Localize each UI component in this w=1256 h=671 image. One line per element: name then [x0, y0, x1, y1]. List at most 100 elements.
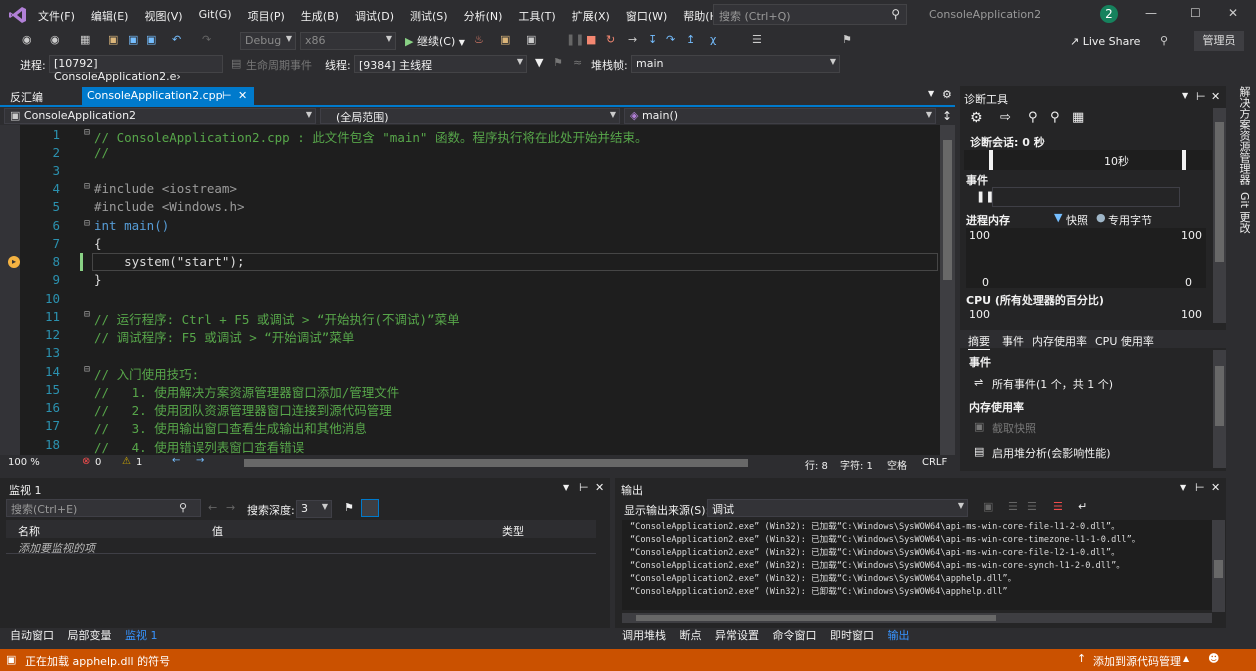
chevron-up-icon[interactable]: ▲ — [1183, 654, 1189, 663]
bookmark-icon[interactable]: ⚑ — [842, 33, 852, 46]
redo-icon[interactable]: ↷ — [202, 33, 211, 46]
menu-test[interactable]: 测试(S) — [402, 8, 456, 24]
project-dropdown[interactable]: ▣ ConsoleApplication2 ▼ — [4, 108, 316, 124]
fold-icon[interactable]: ⊟ — [84, 127, 90, 138]
thread-dropdown[interactable]: [9384] 主线程 ▼ — [354, 55, 527, 73]
zoom-out-icon[interactable]: ⚲ — [1050, 110, 1060, 125]
fold-icon[interactable]: ⊟ — [84, 181, 90, 192]
clear-all-icon[interactable]: ☰ — [1053, 500, 1063, 513]
summary-scrollbar-thumb[interactable] — [1215, 366, 1224, 426]
output-scrollbar-thumb[interactable] — [1214, 560, 1223, 578]
tab-autos[interactable]: 自动窗口 — [10, 629, 54, 642]
screenshot-icon[interactable]: ▣ — [526, 33, 536, 46]
split-icon[interactable]: ↕ — [942, 109, 952, 123]
pin-icon[interactable]: ⊢ — [222, 89, 232, 102]
platform-dropdown[interactable]: x86 ▼ — [300, 32, 396, 50]
reset-zoom-icon[interactable]: ▦ — [1072, 110, 1084, 125]
step-out-icon[interactable]: ↥ — [686, 33, 695, 46]
zoom-in-icon[interactable]: ⚲ — [1028, 110, 1038, 125]
tab-watch1[interactable]: 监视 1 — [125, 629, 158, 642]
menu-debug[interactable]: 调试(D) — [347, 8, 402, 24]
tab-cpu-usage[interactable]: CPU 使用率 — [1095, 333, 1154, 349]
add-to-source-control-button[interactable]: 添加到源代码管理 — [1093, 653, 1181, 669]
error-count[interactable]: 0 — [95, 457, 101, 468]
menu-git[interactable]: Git(G) — [191, 8, 240, 24]
member-dropdown[interactable]: ◈ main() ▼ — [624, 108, 936, 124]
config-dropdown[interactable]: Debug ▼ — [240, 32, 296, 50]
undo-icon[interactable]: ↶ — [172, 33, 181, 46]
gear-icon[interactable]: ⚙ — [970, 110, 983, 126]
pause-icon[interactable]: ❚❚ — [566, 33, 584, 46]
watch-search-input[interactable]: 搜索(Ctrl+E) ⚲ — [6, 499, 201, 517]
stackframe-dropdown[interactable]: main ▼ — [631, 55, 840, 73]
stop-icon[interactable]: ■ — [586, 33, 596, 46]
maximize-icon[interactable]: ☐ — [1190, 6, 1201, 20]
close-icon[interactable]: ✕ — [1211, 90, 1220, 103]
search-icon[interactable]: ⚲ — [179, 501, 187, 514]
timeline-end-handle[interactable] — [1182, 150, 1186, 170]
close-icon[interactable]: ✕ — [1211, 481, 1220, 494]
take-snapshot-button[interactable]: 截取快照 — [992, 420, 1036, 436]
lifecycle-icon[interactable]: ▤ — [231, 57, 241, 70]
tab-immediate-window[interactable]: 即时窗口 — [830, 629, 874, 642]
lifecycle-label[interactable]: 生命周期事件 — [246, 57, 312, 73]
process-dropdown[interactable]: [10792] ConsoleApplication2.e› — [49, 55, 223, 83]
export-icon[interactable]: ⇨ — [1000, 110, 1011, 125]
tab-output[interactable]: 输出 — [888, 629, 910, 642]
filter-icon[interactable]: ▼ — [535, 56, 543, 69]
minimize-icon[interactable]: — — [1145, 6, 1157, 20]
flag-icon[interactable]: ⚑ — [553, 56, 563, 69]
tab-disassembly[interactable]: 反汇编 — [10, 89, 43, 105]
fold-icon[interactable]: ⊟ — [84, 309, 90, 320]
menu-build[interactable]: 生成(B) — [293, 8, 347, 24]
scope-dropdown[interactable]: (全局范围) ▼ — [320, 108, 620, 124]
output-hscroll-thumb[interactable] — [636, 615, 996, 621]
watch-row-add[interactable]: 添加要监视的项 — [6, 539, 596, 556]
menu-project[interactable]: 项目(P) — [240, 8, 293, 24]
all-events-link[interactable]: 所有事件(1 个，共 1 个) — [992, 376, 1113, 392]
menu-analyze[interactable]: 分析(N) — [456, 8, 511, 24]
step-into-icon[interactable]: ↧ — [648, 33, 657, 46]
chevron-down-icon[interactable]: ▼ — [1180, 483, 1186, 492]
live-share-button[interactable]: ↗ Live Share — [1070, 35, 1140, 48]
next-message-icon[interactable]: ☰ — [1027, 500, 1037, 513]
diag-scrollbar-thumb[interactable] — [1215, 122, 1224, 262]
tab-breakpoints[interactable]: 断点 — [680, 629, 702, 642]
close-icon[interactable]: ✕ — [595, 481, 604, 494]
hex-toggle-icon[interactable] — [361, 499, 379, 517]
gear-icon[interactable]: ⚙ — [942, 88, 952, 101]
folder-icon[interactable]: ▣ — [500, 33, 510, 46]
zoom-level[interactable]: 100 % — [8, 457, 40, 468]
save-icon[interactable]: ▣ — [128, 33, 138, 46]
close-tab-icon[interactable]: ✕ — [238, 89, 247, 102]
menu-file[interactable]: 文件(F) — [30, 8, 83, 24]
tab-memory-usage[interactable]: 内存使用率 — [1032, 333, 1087, 349]
chevron-down-icon[interactable]: ▼ — [928, 89, 934, 98]
step-over-icon[interactable]: ↷ — [666, 33, 675, 46]
tab-events[interactable]: 事件 — [1002, 333, 1024, 349]
forward-arrow-icon[interactable]: → — [226, 501, 235, 514]
warning-count[interactable]: 1 — [136, 457, 142, 468]
notification-badge[interactable]: 2 — [1100, 5, 1118, 23]
horizontal-scroll-thumb[interactable] — [244, 459, 748, 467]
tab-consoleapplication2-cpp[interactable]: ConsoleApplication2.cpp ⊢ ✕ — [82, 87, 254, 106]
forward-icon[interactable]: ◉ — [50, 33, 60, 46]
git-changes-tab[interactable]: Git 更改 — [1236, 192, 1252, 233]
fold-icon[interactable]: ⊟ — [84, 218, 90, 229]
editor-scrollbar-thumb[interactable] — [943, 140, 952, 280]
memory-section-title[interactable]: 进程内存 — [966, 212, 1010, 228]
new-project-icon[interactable]: ▦ — [80, 33, 90, 46]
feedback-icon[interactable]: ☻ — [1208, 652, 1219, 665]
pin-icon[interactable]: ⚲ — [1160, 34, 1168, 47]
events-section-title[interactable]: 事件 — [966, 172, 988, 188]
pin-icon[interactable]: ⊢ — [1196, 90, 1206, 103]
hot-reload-icon[interactable]: ♨ — [474, 33, 484, 46]
add-watch-placeholder[interactable]: 添加要监视的项 — [18, 540, 95, 556]
back-icon[interactable]: ◉ — [22, 33, 32, 46]
menu-view[interactable]: 视图(V) — [136, 8, 190, 24]
threads-icon[interactable]: ≈ — [573, 56, 582, 69]
nav-back-icon[interactable]: ← — [172, 455, 180, 466]
format-icon[interactable]: ☰ — [752, 33, 762, 46]
show-next-statement-icon[interactable]: → — [628, 33, 637, 46]
column-value[interactable]: 值 — [212, 523, 223, 539]
